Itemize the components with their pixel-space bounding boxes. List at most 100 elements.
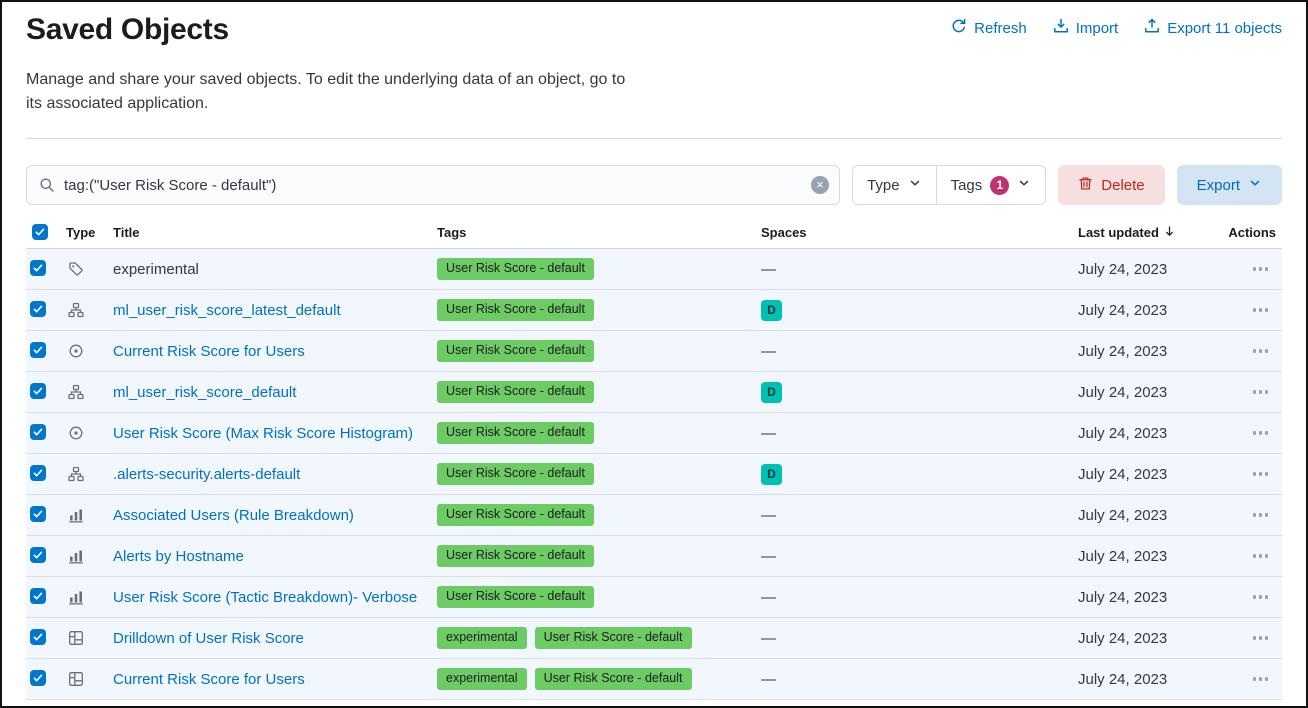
row-actions-button[interactable] [1249,345,1273,357]
row-updated: July 24, 2023 [1074,589,1224,606]
row-checkbox[interactable] [30,301,46,317]
column-header-actions: Actions [1224,225,1282,240]
visualization-icon [68,589,84,605]
table-row: Alerts by Hostname User Risk Score - def… [26,536,1282,577]
row-title[interactable]: experimental [113,261,199,278]
row-checkbox[interactable] [30,588,46,604]
row-tags: User Risk Score - default [433,463,757,485]
row-spaces: — [757,671,1074,688]
tag-badge: User Risk Score - default [437,299,594,321]
row-tags: experimentalUser Risk Score - default [433,627,757,649]
no-spaces-placeholder: — [761,589,776,606]
page-description-line1: Manage and share your saved objects. To … [26,68,1282,92]
clear-search-icon[interactable]: × [811,176,829,194]
row-actions-button[interactable] [1249,509,1273,521]
tags-filter-button[interactable]: Tags 1 [936,166,1046,204]
tag-icon [68,261,84,277]
row-checkbox[interactable] [30,342,46,358]
tag-badge: User Risk Score - default [437,504,594,526]
row-checkbox[interactable] [30,383,46,399]
delete-button[interactable]: Delete [1058,165,1164,205]
row-checkbox[interactable] [30,424,46,440]
column-header-title[interactable]: Title [109,225,433,240]
refresh-icon [951,18,967,38]
visualization-icon [68,507,84,523]
row-actions-button[interactable] [1249,427,1273,439]
column-header-type[interactable]: Type [62,225,109,240]
row-spaces: — [757,261,1074,278]
row-checkbox[interactable] [30,260,46,276]
export-all-button[interactable]: Export 11 objects [1144,18,1282,38]
row-spaces: — [757,507,1074,524]
no-spaces-placeholder: — [761,630,776,647]
row-updated: July 24, 2023 [1074,466,1224,483]
row-title[interactable]: Current Risk Score for Users [113,343,305,360]
column-header-tags[interactable]: Tags [433,225,757,240]
row-actions-button[interactable] [1249,632,1273,644]
import-icon [1053,18,1069,38]
row-checkbox[interactable] [30,506,46,522]
table-row: User Risk Score (Tactic Breakdown)- Verb… [26,577,1282,618]
type-filter-button[interactable]: Type [853,166,936,204]
row-title[interactable]: Associated Users (Rule Breakdown) [113,507,354,524]
row-actions-button[interactable] [1249,263,1273,275]
table-row: ml_user_risk_score_latest_default User R… [26,290,1282,331]
page-header: Saved Objects Refresh Import Export 11 o… [26,12,1282,48]
row-actions-button[interactable] [1249,386,1273,398]
saved-objects-table: Type Title Tags Spaces Last updated Acti… [26,217,1282,700]
row-actions-button[interactable] [1249,673,1273,685]
row-title[interactable]: Drilldown of User Risk Score [113,630,304,647]
trash-icon [1078,176,1093,195]
no-spaces-placeholder: — [761,343,776,360]
refresh-button[interactable]: Refresh [951,18,1027,38]
export-selected-button[interactable]: Export [1177,165,1282,205]
row-title[interactable]: .alerts-security.alerts-default [113,466,300,483]
row-spaces: D [757,382,1074,403]
row-spaces: — [757,589,1074,606]
row-checkbox[interactable] [30,629,46,645]
no-spaces-placeholder: — [761,261,776,278]
row-actions-button[interactable] [1249,550,1273,562]
table-body: experimental User Risk Score - default —… [26,249,1282,700]
tag-badge: User Risk Score - default [437,463,594,485]
row-updated: July 24, 2023 [1074,425,1224,442]
row-spaces: D [757,300,1074,321]
header-actions: Refresh Import Export 11 objects [951,12,1282,38]
row-title[interactable]: ml_user_risk_score_default [113,384,296,401]
row-title[interactable]: Current Risk Score for Users [113,671,305,688]
row-title[interactable]: ml_user_risk_score_latest_default [113,302,341,319]
row-checkbox[interactable] [30,465,46,481]
export-icon [1144,18,1160,38]
tag-badge: User Risk Score - default [437,545,594,567]
delete-label: Delete [1101,177,1144,194]
lens-icon [68,343,84,359]
row-spaces: — [757,630,1074,647]
tag-badge: experimental [437,627,527,649]
chevron-down-icon [1017,176,1031,194]
no-spaces-placeholder: — [761,507,776,524]
table-header-row: Type Title Tags Spaces Last updated Acti… [26,217,1282,249]
select-all-checkbox[interactable] [32,224,48,240]
row-tags: User Risk Score - default [433,545,757,567]
no-spaces-placeholder: — [761,425,776,442]
import-button[interactable]: Import [1053,18,1119,38]
row-title[interactable]: User Risk Score (Max Risk Score Histogra… [113,425,413,442]
table-row: User Risk Score (Max Risk Score Histogra… [26,413,1282,454]
row-actions-button[interactable] [1249,591,1273,603]
lens-icon [68,425,84,441]
row-updated: July 24, 2023 [1074,507,1224,524]
row-spaces: — [757,548,1074,565]
tag-badge: User Risk Score - default [437,258,594,280]
table-row: Drilldown of User Risk Score experimenta… [26,618,1282,659]
row-title[interactable]: User Risk Score (Tactic Breakdown)- Verb… [113,589,417,606]
row-checkbox[interactable] [30,547,46,563]
row-actions-button[interactable] [1249,468,1273,480]
row-title[interactable]: Alerts by Hostname [113,548,244,565]
tags-count-badge: 1 [990,176,1009,195]
row-checkbox[interactable] [30,670,46,686]
row-actions-button[interactable] [1249,304,1273,316]
toolbar: × Type Tags 1 Delete Export [26,165,1282,205]
app-window: Saved Objects Refresh Import Export 11 o… [0,0,1308,708]
search-input[interactable] [64,177,811,194]
column-header-last-updated[interactable]: Last updated [1074,225,1224,241]
